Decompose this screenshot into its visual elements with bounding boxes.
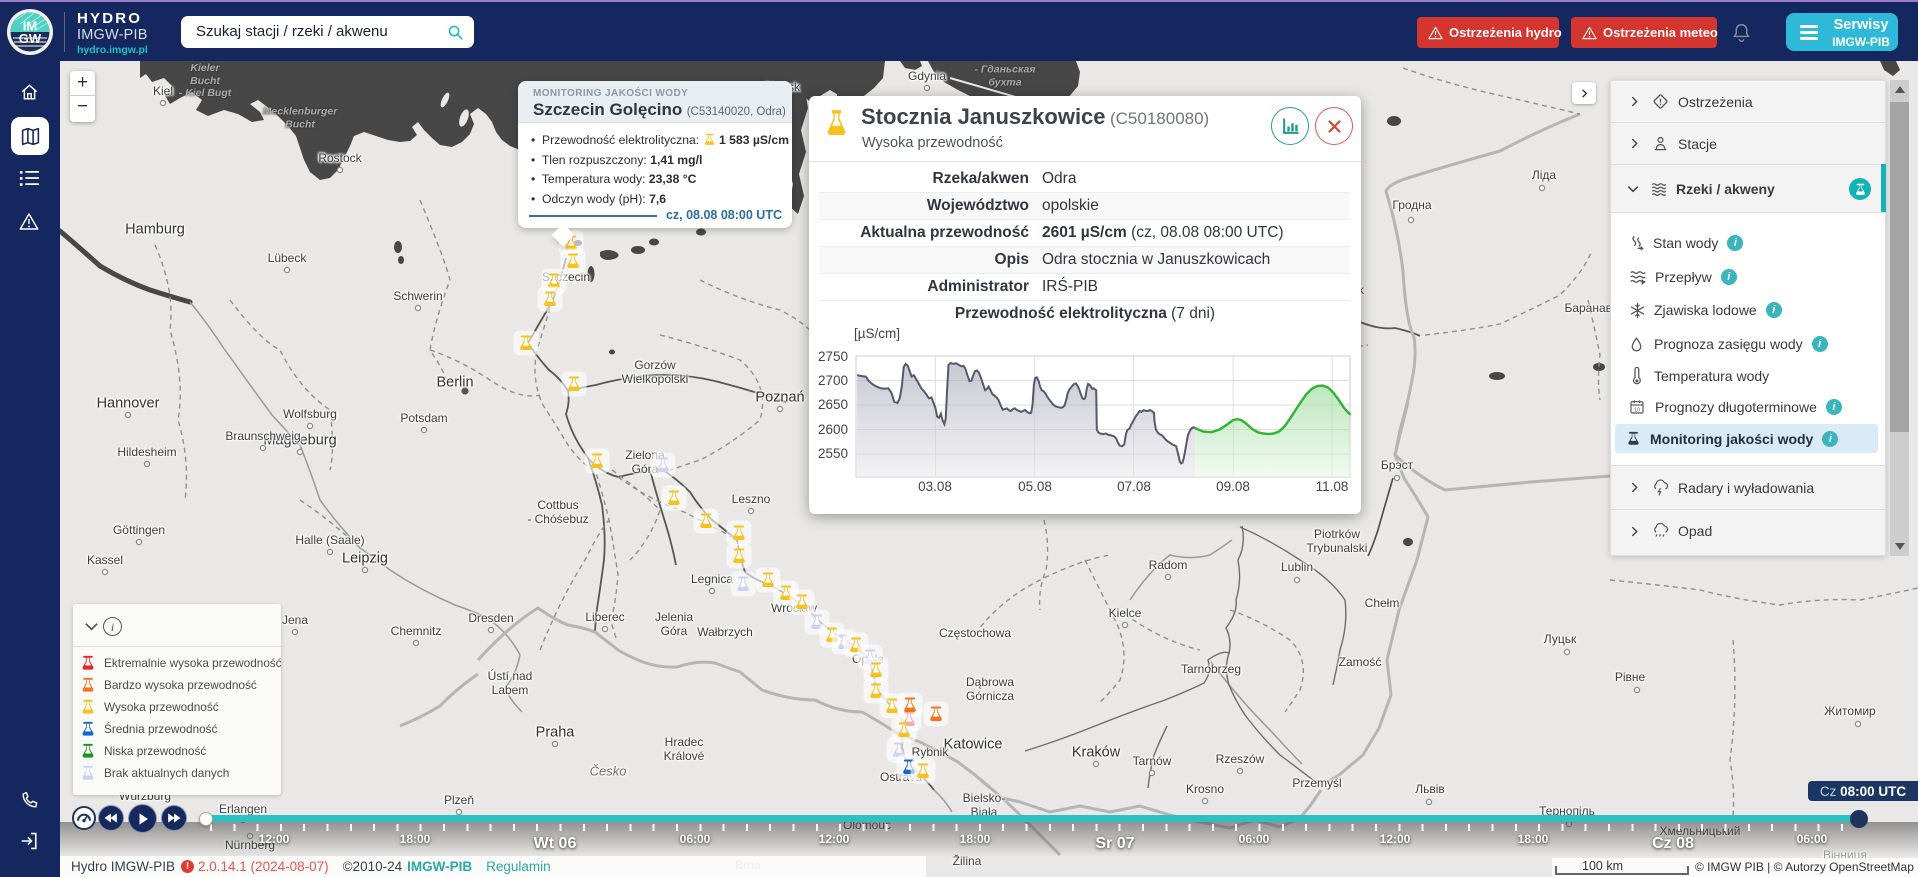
svg-text:07.08: 07.08 (1117, 479, 1151, 494)
svg-text:2600: 2600 (818, 422, 848, 437)
svg-text:2650: 2650 (818, 397, 848, 412)
svg-text:2550: 2550 (818, 446, 848, 461)
svg-text:05.08: 05.08 (1018, 479, 1052, 494)
svg-text:2700: 2700 (818, 373, 848, 388)
svg-text:2750: 2750 (818, 349, 848, 364)
svg-text:11.08: 11.08 (1316, 479, 1349, 494)
svg-text:10: 10 (1634, 407, 1640, 413)
svg-text:03.08: 03.08 (918, 479, 952, 494)
svg-text:09.08: 09.08 (1216, 479, 1250, 494)
svg-text:GW: GW (19, 31, 42, 46)
